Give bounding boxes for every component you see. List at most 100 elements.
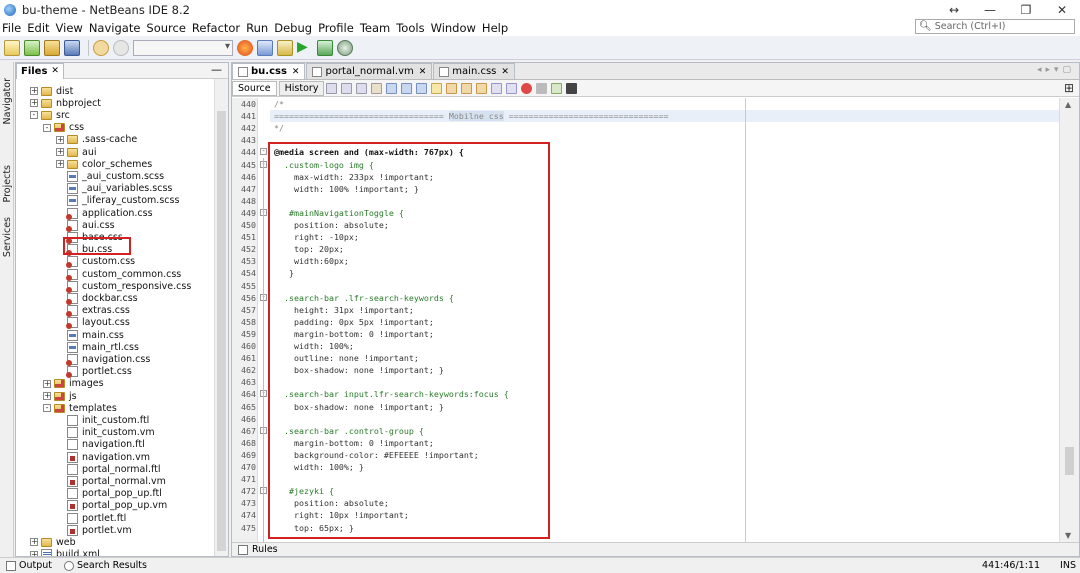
scroll-up-icon[interactable]: ▲ [1065,100,1071,109]
scrollbar-thumb[interactable] [217,111,226,551]
history-mode-button[interactable]: History [278,80,325,96]
maximize-button[interactable]: ❐ [1008,0,1044,20]
tree-item[interactable]: portal_pop_up.ftl [56,488,162,500]
tree-item[interactable]: custom.css [56,256,135,269]
close-icon[interactable]: ✕ [501,67,509,77]
collapse-icon[interactable]: - [30,111,38,120]
menu-navigate[interactable]: Navigate [87,21,145,35]
save-all-icon[interactable] [64,39,80,56]
tree-item[interactable]: + .sass-cache [56,134,137,146]
tree-item[interactable]: navigation.css [56,353,150,366]
scroll-down-icon[interactable]: ▼ [1065,531,1071,540]
new-file-icon[interactable] [4,39,20,56]
tree-item[interactable]: aui.css [56,219,115,232]
open-project-icon[interactable] [44,39,60,56]
rules-label[interactable]: Rules [252,544,278,555]
tree-item[interactable]: main.css [56,329,124,341]
stop-macro-icon[interactable] [536,82,548,94]
expand-icon[interactable]: + [30,538,38,547]
expand-icon[interactable]: + [56,160,64,169]
tree-item[interactable]: _aui_custom.scss [56,170,164,182]
profile-icon[interactable] [337,39,353,56]
menu-team[interactable]: Team [358,21,394,35]
tree-item[interactable]: _liferay_custom.scss [56,195,179,207]
run-icon[interactable]: ▶ [297,40,313,56]
last-edit-icon[interactable] [326,82,338,94]
find-selection-icon[interactable] [416,82,428,94]
split-editor-icon[interactable]: ⊞ [1064,81,1074,95]
expand-icon[interactable]: + [43,379,51,388]
tree-item[interactable]: + web [30,536,76,548]
tree-item[interactable]: custom_common.css [56,268,181,281]
tree-item[interactable]: portal_pop_up.vm [56,500,167,512]
comment-icon[interactable] [551,82,563,94]
editor-tab-main-css[interactable]: main.css ✕ [433,63,515,79]
tree-item[interactable]: main_rtl.css [56,341,139,353]
next-bookmark-icon[interactable] [461,82,473,94]
expand-icon[interactable]: + [43,392,51,400]
toggle-bookmark-icon[interactable] [476,82,488,94]
toggle-highlight-icon[interactable] [431,82,443,94]
minimize-button[interactable]: — [972,0,1008,20]
tree-item[interactable]: portlet.ftl [56,512,126,524]
tree-item[interactable]: init_custom.vm [56,427,155,439]
menu-window[interactable]: Window [429,21,480,35]
tree-item[interactable]: portlet.vm [56,524,132,536]
forward-icon[interactable] [356,82,368,94]
scrollbar-thumb[interactable] [1065,447,1074,475]
find-next-icon[interactable] [401,82,413,94]
tree-item[interactable]: + color_schemes [56,158,152,170]
menu-tools[interactable]: Tools [394,21,428,35]
output-button[interactable]: Output [6,560,52,571]
previous-bookmark-icon[interactable] [446,82,458,94]
tab-navigation-arrows[interactable]: ◂▸▾▢ [1037,65,1075,75]
tree-item[interactable]: portal_normal.ftl [56,463,161,475]
tree-item[interactable]: dockbar.css [56,292,138,305]
find-previous-icon[interactable] [386,82,398,94]
debug-icon[interactable] [317,39,333,56]
tree-item[interactable]: init_custom.ftl [56,414,149,426]
tree-item[interactable]: + images [43,378,104,390]
undo-icon[interactable] [93,39,109,56]
menu-view[interactable]: View [54,21,87,35]
files-tab[interactable]: Files ✕ [16,62,64,79]
menu-profile[interactable]: Profile [316,21,358,35]
shift-left-icon[interactable] [491,82,503,94]
start-macro-icon[interactable] [521,82,533,94]
tree-item[interactable]: - templates [43,402,117,414]
tree-item[interactable]: layout.css [56,317,130,330]
tree-item[interactable]: - src [30,109,70,121]
tree-item[interactable]: navigation.ftl [56,439,145,451]
expand-icon[interactable]: + [30,550,38,556]
expand-icon[interactable]: + [56,135,64,144]
clean-build-icon[interactable] [277,39,293,56]
tree-item[interactable]: - css [43,122,84,134]
build-icon[interactable] [257,39,273,56]
editor-scrollbar[interactable]: ▲ ▼ [1059,98,1079,542]
tree-item[interactable]: application.css [56,207,153,220]
editor-tab-portal-normal-vm[interactable]: portal_normal.vm ✕ [306,63,433,79]
tree-item[interactable]: + js [43,390,77,402]
search-input[interactable]: 🔍︎ Search (Ctrl+I) [915,19,1075,34]
menu-edit[interactable]: Edit [25,21,53,35]
menu-file[interactable]: File [0,21,25,35]
tree-item[interactable]: custom_responsive.css [56,280,191,293]
tree-item[interactable]: portal_normal.vm [56,475,166,487]
tree-item[interactable]: + build.xml [30,549,100,556]
back-icon[interactable] [341,82,353,94]
menu-debug[interactable]: Debug [272,21,316,35]
tree-item[interactable]: portlet.css [56,366,132,379]
menu-source[interactable]: Source [144,21,190,35]
tree-item[interactable]: + dist [30,85,73,97]
find-icon[interactable] [371,82,383,94]
expand-icon[interactable]: + [56,148,64,156]
tree-item[interactable]: + aui [56,146,96,158]
source-mode-button[interactable]: Source [232,80,277,96]
uncomment-icon[interactable] [566,82,578,94]
redo-icon[interactable] [113,39,129,56]
new-project-icon[interactable] [24,39,40,56]
search-results-button[interactable]: Search Results [64,560,147,571]
collapse-icon[interactable]: - [43,404,51,413]
browser-icon[interactable] [237,39,253,56]
minimize-panel-icon[interactable]: — [211,63,222,76]
